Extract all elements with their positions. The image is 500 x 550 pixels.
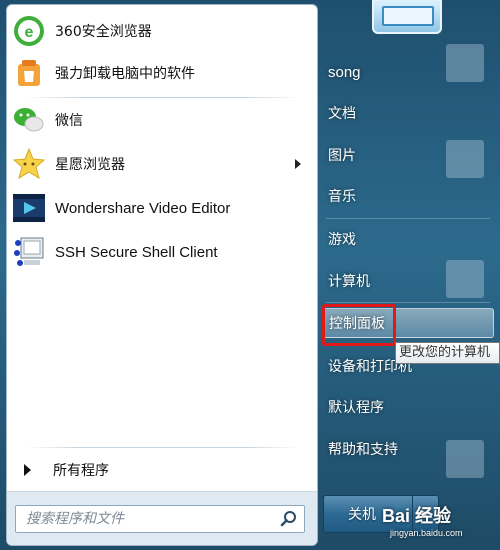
- program-item-wechat[interactable]: 微信: [7, 100, 317, 140]
- svg-text:e: e: [25, 24, 34, 41]
- program-label: SSH Secure Shell Client: [55, 243, 218, 261]
- start-menu-programs-pane: e 360安全浏览器 强力卸载电脑中的软件 微信 星愿浏览器 Wondersha…: [6, 4, 318, 546]
- expand-arrow-icon: [24, 464, 31, 476]
- twinkstar-browser-icon: [12, 147, 46, 181]
- menu-item-help-support[interactable]: 帮助和支持: [322, 434, 494, 464]
- menu-item-games[interactable]: 游戏: [322, 224, 494, 254]
- menu-item-pictures[interactable]: 图片: [322, 140, 494, 170]
- search-input[interactable]: [16, 506, 272, 532]
- menu-item-documents[interactable]: 文档: [322, 98, 494, 128]
- program-label: 微信: [55, 113, 83, 129]
- user-picture-icon: [382, 6, 434, 26]
- wechat-icon: [12, 103, 46, 137]
- menu-item-default-programs[interactable]: 默认程序: [322, 392, 494, 422]
- watermark-url: jingyan.baidu.com: [390, 528, 463, 538]
- separator: [326, 302, 490, 303]
- program-item-video-editor[interactable]: Wondershare Video Editor: [7, 188, 317, 228]
- tooltip: 更改您的计算机: [395, 342, 500, 364]
- browser-360-icon: e: [12, 14, 46, 48]
- all-programs-button[interactable]: 所有程序: [17, 457, 309, 483]
- separator: [25, 447, 300, 448]
- watermark-logo: Bai 经验 jingyan.baidu.com: [378, 500, 500, 548]
- menu-item-user[interactable]: song: [322, 57, 494, 87]
- watermark-brand: Bai 经验: [382, 506, 452, 526]
- user-picture[interactable]: [372, 0, 442, 34]
- highlight-box: [322, 304, 396, 346]
- search-area: [7, 491, 317, 545]
- program-item-uninstaller[interactable]: 强力卸载电脑中的软件: [7, 53, 317, 93]
- separator: [25, 97, 300, 98]
- uninstaller-icon: [12, 56, 46, 90]
- program-item-360-browser[interactable]: e 360安全浏览器: [7, 11, 317, 51]
- search-icon[interactable]: [280, 510, 298, 528]
- submenu-arrow-icon[interactable]: [295, 159, 301, 169]
- start-menu-places-pane: song 文档 图片 音乐 游戏 计算机 控制面板 设备和打印机 默认程序 帮助…: [320, 40, 500, 550]
- program-item-ssh-client[interactable]: SSH Secure Shell Client: [7, 232, 317, 272]
- all-programs-label: 所有程序: [53, 463, 109, 479]
- video-editor-icon: [12, 191, 46, 225]
- menu-item-computer[interactable]: 计算机: [322, 266, 494, 296]
- separator: [326, 218, 490, 219]
- program-label: Wondershare Video Editor: [55, 199, 231, 217]
- menu-item-music[interactable]: 音乐: [322, 181, 494, 211]
- program-item-twinkstar-browser[interactable]: 星愿浏览器: [7, 144, 317, 184]
- program-label: 星愿浏览器: [55, 157, 125, 173]
- search-box: [15, 505, 305, 533]
- ssh-client-icon: [12, 235, 46, 269]
- program-label: 360安全浏览器: [55, 24, 152, 40]
- program-label: 强力卸载电脑中的软件: [55, 66, 195, 82]
